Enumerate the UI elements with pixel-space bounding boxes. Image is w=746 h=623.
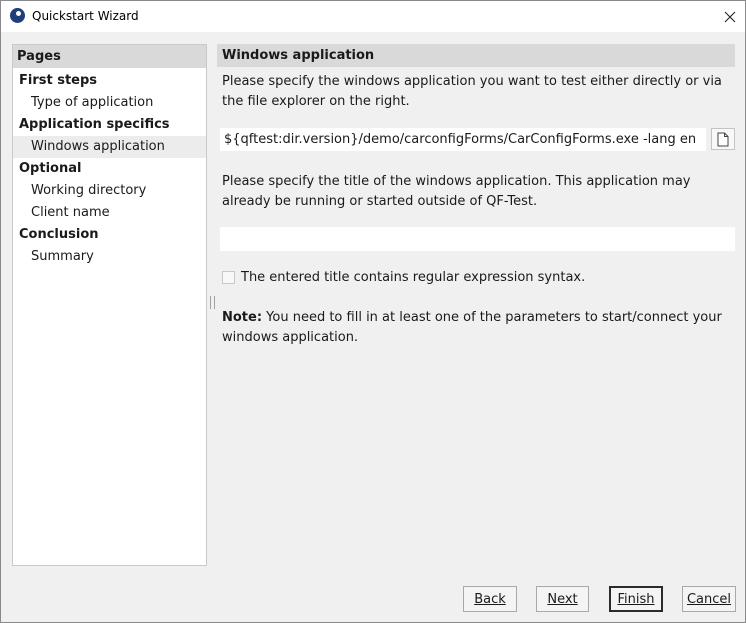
nav-item-type-of-application[interactable]: Type of application (13, 92, 206, 114)
nav-section-conclusion: Conclusion (19, 227, 99, 242)
note-body: You need to fill in at least one of the … (222, 310, 722, 345)
browse-file-button[interactable] (711, 128, 735, 150)
quickstart-wizard-window: Quickstart Wizard Pages First steps Type… (0, 0, 746, 623)
nav-section-application-specifics: Application specifics (19, 117, 170, 132)
window-title: Quickstart Wizard (32, 9, 139, 23)
content-panel: Windows application Please specify the w… (217, 44, 735, 564)
content-header: Windows application (217, 44, 735, 67)
pages-header: Pages (13, 45, 206, 68)
panel-splitter[interactable] (210, 296, 215, 309)
instruction-app-path: Please specify the windows application y… (222, 74, 722, 109)
title-bar: Quickstart Wizard (1, 1, 745, 32)
close-button[interactable] (715, 1, 745, 32)
back-button[interactable]: Back (463, 586, 517, 612)
close-icon (724, 11, 736, 22)
note-text: Note: You need to fill in at least one o… (222, 308, 732, 348)
application-path-input[interactable] (220, 128, 706, 151)
nav-item-summary[interactable]: Summary (13, 246, 206, 268)
regex-checkbox-label: The entered title contains regular expre… (241, 270, 586, 285)
pages-list: First steps Type of application Applicat… (13, 68, 206, 268)
finish-button[interactable]: Finish (609, 586, 663, 612)
cancel-button[interactable]: Cancel (682, 586, 736, 612)
regex-option: The entered title contains regular expre… (222, 270, 585, 285)
pages-panel: Pages First steps Type of application Ap… (12, 44, 207, 566)
note-label: Note: (222, 310, 263, 325)
instruction-window-title: Please specify the title of the windows … (222, 174, 691, 209)
file-icon (717, 132, 729, 146)
nav-item-windows-application[interactable]: Windows application (13, 136, 206, 158)
app-logo-icon (10, 8, 25, 23)
nav-item-working-directory[interactable]: Working directory (13, 180, 206, 202)
nav-section-optional: Optional (19, 161, 82, 176)
nav-section-first-steps: First steps (19, 73, 98, 88)
regex-checkbox[interactable] (222, 271, 235, 284)
window-title-input[interactable] (220, 227, 735, 251)
nav-item-client-name[interactable]: Client name (13, 202, 206, 224)
next-button[interactable]: Next (536, 586, 589, 612)
